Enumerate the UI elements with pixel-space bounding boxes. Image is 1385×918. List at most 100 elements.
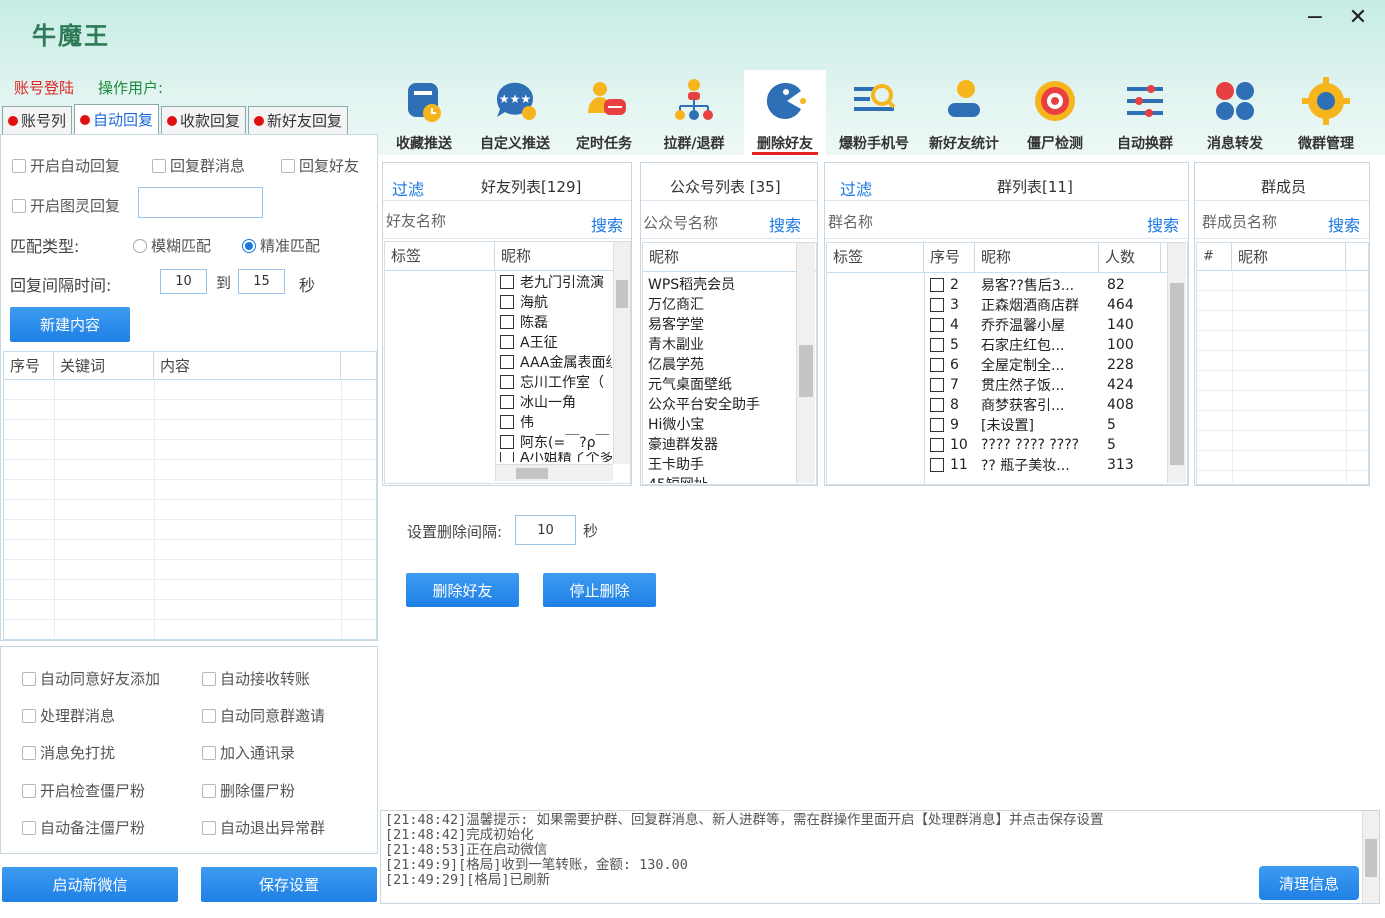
tab-accounts[interactable]: 账号列	[2, 106, 73, 134]
group-filter-link[interactable]: 过滤	[840, 176, 872, 200]
row-checkbox[interactable]	[930, 338, 944, 352]
stop-delete-button[interactable]: 停止删除	[543, 573, 656, 607]
nav-group-manage[interactable]: 微群管理	[1284, 70, 1368, 155]
group-search-button[interactable]: 搜索	[1147, 212, 1179, 236]
friend-search-button[interactable]: 搜索	[591, 212, 623, 236]
nav-group-join-quit[interactable]: 拉群/退群	[654, 70, 734, 155]
official-row[interactable]: 亿晨学苑	[648, 354, 796, 374]
friend-row[interactable]: 冰山一角	[500, 392, 612, 412]
row-checkbox[interactable]	[930, 458, 944, 472]
friend-row[interactable]: 伟	[500, 412, 612, 432]
nav-delete-friend[interactable]: 删除好友	[744, 70, 826, 155]
friend-filter-link[interactable]: 过滤	[392, 176, 424, 200]
remark-zombie-checkbox[interactable]: 自动备注僵尸粉	[22, 817, 145, 838]
row-checkbox[interactable]	[930, 438, 944, 452]
check-zombie-checkbox[interactable]: 开启检查僵尸粉	[22, 780, 145, 801]
column-header-count[interactable]: 人数	[1099, 243, 1161, 272]
group-row[interactable]: 5 石家庄红包... 100	[930, 335, 1162, 355]
official-vscrollbar[interactable]	[796, 243, 815, 483]
official-row[interactable]: 青木副业	[648, 334, 796, 354]
group-row[interactable]: 6 全屋定制全... 228	[930, 355, 1162, 375]
official-row[interactable]: 元气桌面壁纸	[648, 374, 796, 394]
group-row[interactable]: 11 ?? 瓶子美妆... 313	[930, 455, 1162, 475]
auto-accept-group-invite-checkbox[interactable]: 自动同意群邀请	[202, 705, 325, 726]
friend-row[interactable]: 陈磊	[500, 312, 612, 332]
scroll-thumb[interactable]	[616, 280, 628, 308]
scroll-thumb[interactable]	[1170, 283, 1184, 465]
close-button[interactable]: ✕	[1340, 4, 1376, 32]
group-search-input[interactable]: 群名称	[828, 211, 873, 232]
scroll-thumb[interactable]	[516, 468, 548, 479]
column-header-tag[interactable]: 标签	[385, 242, 495, 270]
friend-vscrollbar[interactable]	[613, 242, 630, 464]
official-search-button[interactable]: 搜索	[769, 212, 801, 236]
reply-friend-checkbox[interactable]: 回复好友	[281, 155, 359, 176]
friend-search-input[interactable]: 好友名称	[386, 210, 446, 231]
nav-favorites-push[interactable]: 收藏推送	[384, 70, 464, 155]
column-header-keyword[interactable]: 关键词	[54, 352, 154, 379]
auto-quit-abnormal-group-checkbox[interactable]: 自动退出异常群	[202, 817, 325, 838]
minimize-button[interactable]: −	[1297, 4, 1333, 32]
nav-scheduled-task[interactable]: 定时任务	[566, 70, 642, 155]
official-row[interactable]: 豪迪群发器	[648, 434, 796, 454]
row-checkbox[interactable]	[500, 315, 514, 329]
exact-match-radio[interactable]: 精准匹配	[242, 235, 320, 256]
row-checkbox[interactable]	[930, 298, 944, 312]
nav-auto-switch-group[interactable]: 自动换群	[1104, 70, 1186, 155]
delete-interval-input[interactable]: 10	[515, 515, 576, 545]
row-checkbox[interactable]	[500, 452, 514, 462]
log-area[interactable]: [21:48:42]温馨提示: 如果需要护群、回复群消息、新人进群等，需在群操作…	[380, 810, 1380, 904]
row-checkbox[interactable]	[500, 435, 514, 449]
column-header-nickname[interactable]: 昵称	[495, 242, 617, 270]
clear-log-button[interactable]: 清理信息	[1259, 866, 1359, 900]
nav-zombie-detect[interactable]: 僵尸检测	[1016, 70, 1094, 155]
friend-hscrollbar[interactable]	[496, 464, 613, 481]
row-checkbox[interactable]	[500, 355, 514, 369]
official-row[interactable]: 王卡助手	[648, 454, 796, 474]
row-checkbox[interactable]	[500, 295, 514, 309]
row-checkbox[interactable]	[930, 378, 944, 392]
group-vscrollbar[interactable]	[1167, 243, 1186, 483]
column-header-no[interactable]: 序号	[924, 243, 975, 272]
nav-message-forward[interactable]: 消息转发	[1196, 70, 1274, 155]
row-checkbox[interactable]	[500, 335, 514, 349]
official-search-input[interactable]: 公众号名称	[643, 212, 718, 233]
column-header-hash[interactable]: #	[1197, 243, 1232, 270]
official-row[interactable]: WPS稻壳会员	[648, 274, 796, 294]
column-header-nickname[interactable]: 昵称	[975, 243, 1099, 272]
friend-row[interactable]: AAA金属表面组	[500, 352, 612, 372]
row-checkbox[interactable]	[500, 415, 514, 429]
row-checkbox[interactable]	[930, 318, 944, 332]
tuling-key-input[interactable]	[138, 187, 263, 218]
official-row[interactable]: 公众平台安全助手	[648, 394, 796, 414]
column-header-tag[interactable]: 标签	[827, 243, 924, 272]
row-checkbox[interactable]	[500, 395, 514, 409]
members-search-button[interactable]: 搜索	[1328, 212, 1360, 236]
group-row[interactable]: 10 ???? ???? ???? 5	[930, 435, 1162, 455]
friend-row[interactable]: 阿东(=￣?ρ￣	[500, 432, 612, 452]
enable-tuling-checkbox[interactable]: 开启图灵回复	[12, 195, 120, 216]
row-checkbox[interactable]	[930, 418, 944, 432]
nav-new-friend-stats[interactable]: 新好友统计	[922, 70, 1006, 155]
tab-auto-reply[interactable]: 自动回复	[74, 104, 160, 134]
delete-zombie-checkbox[interactable]: 删除僵尸粉	[202, 780, 295, 801]
interval-from-input[interactable]: 10	[160, 269, 207, 294]
interval-to-input[interactable]: 15	[238, 269, 285, 294]
friend-row[interactable]: 忘川工作室（	[500, 372, 612, 392]
new-content-button[interactable]: 新建内容	[10, 307, 130, 342]
reply-group-checkbox[interactable]: 回复群消息	[152, 155, 245, 176]
group-row[interactable]: 8 商梦获客引... 408	[930, 395, 1162, 415]
delete-friend-button[interactable]: 删除好友	[406, 573, 519, 607]
tab-new-friend-reply[interactable]: 新好友回复	[248, 106, 349, 134]
tab-payment-reply[interactable]: 收款回复	[161, 106, 247, 134]
nav-phone-search[interactable]: 爆粉手机号	[834, 70, 914, 155]
friend-row[interactable]: 老九门引流演	[500, 272, 612, 292]
start-new-wechat-button[interactable]: 启动新微信	[2, 867, 178, 902]
group-row[interactable]: 7 贯庄然子饭... 424	[930, 375, 1162, 395]
save-settings-button[interactable]: 保存设置	[201, 867, 377, 902]
column-header-no[interactable]: 序号	[4, 352, 54, 379]
row-checkbox[interactable]	[930, 398, 944, 412]
account-login-label[interactable]: 账号登陆	[14, 77, 74, 98]
group-row[interactable]: 9 [未设置] 5	[930, 415, 1162, 435]
scroll-thumb[interactable]	[799, 345, 813, 397]
